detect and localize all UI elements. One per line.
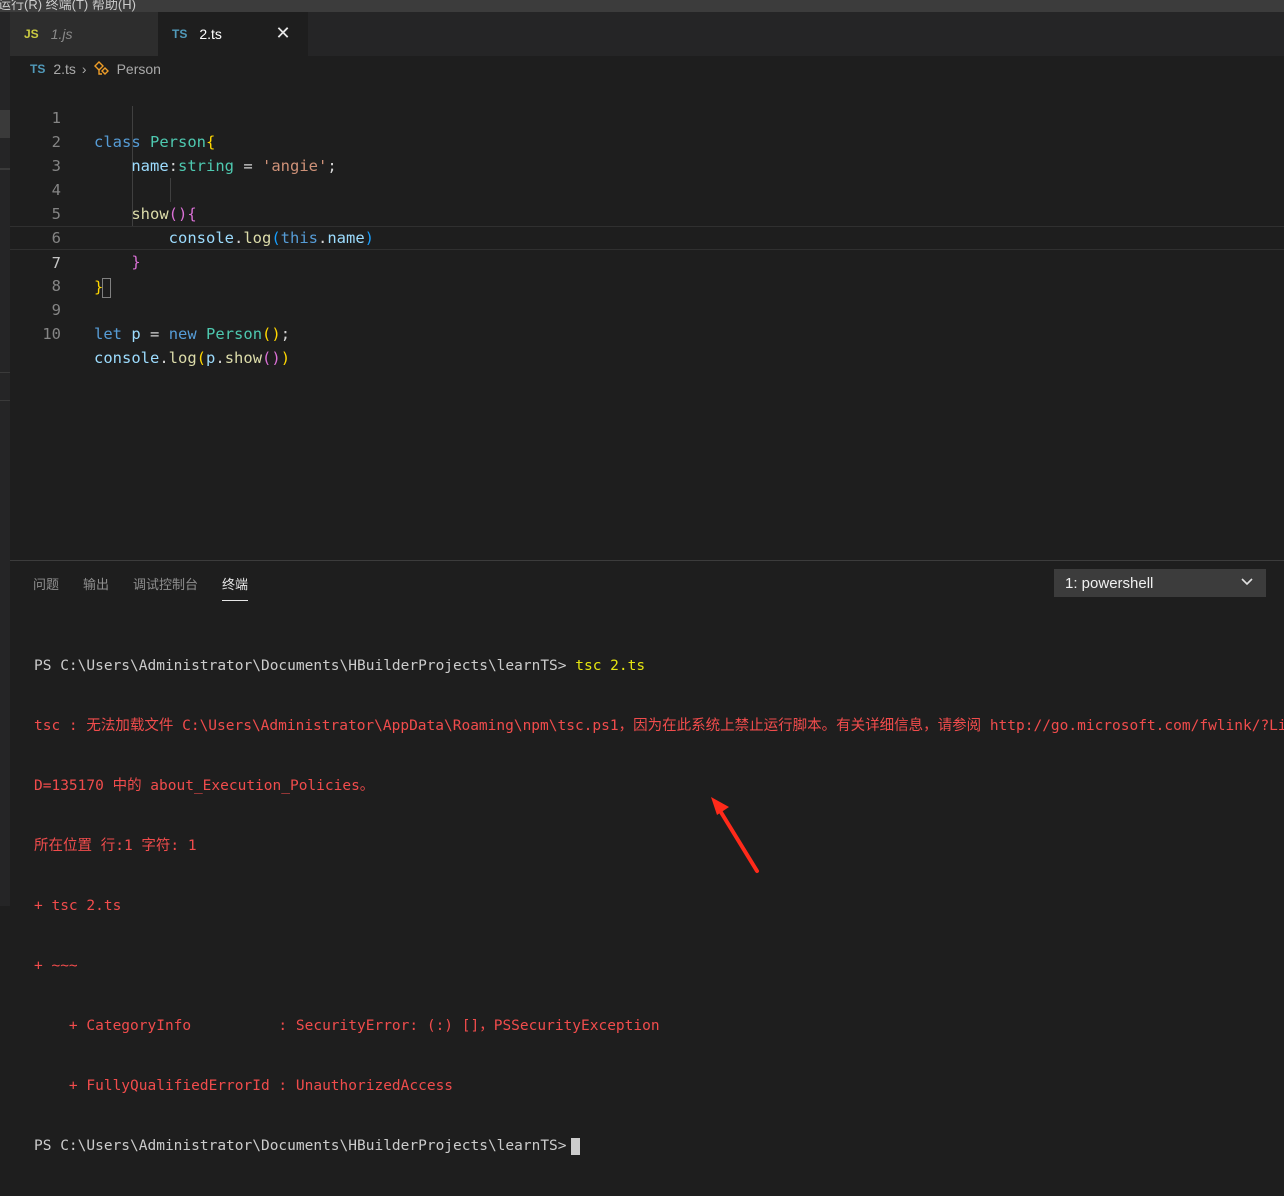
breadcrumb-symbol[interactable]: Person <box>117 61 161 77</box>
editor-tab-bar: JS 1.js TS 2.ts ✕ <box>10 12 1284 56</box>
tab-problems[interactable]: 问题 <box>33 573 59 601</box>
breadcrumb: TS 2.ts › Person <box>30 58 161 80</box>
sidebar-edge <box>0 12 10 906</box>
breadcrumb-file[interactable]: 2.ts <box>53 61 76 77</box>
code-line[interactable]: 4 show(){ <box>10 154 1284 223</box>
code-line[interactable]: 3 <box>10 130 1284 175</box>
code-line[interactable]: 2 name:string = 'angie'; <box>10 106 1284 175</box>
tab-output[interactable]: 输出 <box>83 573 109 601</box>
terminal-prompt: PS C:\Users\Administrator\Documents\HBui… <box>34 1138 567 1154</box>
code-line[interactable]: 6 } <box>10 202 1284 271</box>
tab-1-js[interactable]: JS 1.js <box>10 12 158 56</box>
line-number: 10 <box>42 325 61 343</box>
menu-bar-fragment: 运行(R) 终端(T) 帮助(H) <box>0 0 136 12</box>
annotation-arrow-icon <box>711 797 759 873</box>
close-tab-icon[interactable]: ✕ <box>272 22 294 44</box>
typescript-file-icon: TS <box>172 27 188 41</box>
terminal-error-line: + CategoryInfo : SecurityError: (:) []，P… <box>34 1018 660 1034</box>
javascript-file-icon: JS <box>24 27 39 41</box>
code-line[interactable]: 10 console.log(p.show()) <box>10 298 1284 367</box>
code-text: console.log(p.show()) <box>94 349 291 367</box>
code-line[interactable]: 8 <box>10 250 1284 295</box>
terminal-cursor <box>570 1137 580 1155</box>
chevron-right-icon: › <box>81 61 87 77</box>
terminal-command: tsc 2.ts <box>575 658 646 674</box>
terminal-select[interactable]: 1: powershell <box>1054 569 1266 597</box>
code-text: let p = new Person(); <box>94 325 291 343</box>
tab-2-ts[interactable]: TS 2.ts ✕ <box>158 12 308 56</box>
sidebar-divider <box>0 372 10 373</box>
terminal-error-line: + FullyQualifiedErrorId : UnauthorizedAc… <box>34 1078 454 1094</box>
bottom-panel: 问题 输出 调试控制台 终端 1: powershell PS C:\Users… <box>10 560 1284 1155</box>
terminal-error-line: + tsc 2.ts <box>34 898 122 914</box>
tab-debug-console[interactable]: 调试控制台 <box>133 573 198 601</box>
terminal-error-line: D=135170 中的 about_Execution_Policies。 <box>34 778 375 794</box>
code-line-current[interactable]: 7 } <box>10 226 1284 298</box>
code-line[interactable]: 9 let p = new Person(); <box>10 274 1284 343</box>
terminal-select-value: 1: powershell <box>1065 574 1154 592</box>
panel-tabs: 问题 输出 调试控制台 终端 <box>33 573 272 601</box>
code-editor[interactable]: 1 class Person{ 2 name:string = 'angie';… <box>10 82 1284 558</box>
chevron-down-icon <box>1241 578 1253 586</box>
terminal-error-line: tsc : 无法加载文件 C:\Users\Administrator\AppD… <box>34 718 1284 734</box>
terminal-prompt: PS C:\Users\Administrator\Documents\HBui… <box>34 658 567 674</box>
tab-label: 2.ts <box>199 26 222 42</box>
terminal-error-line: 所在位置 行:1 字符: 1 <box>34 838 197 854</box>
code-line[interactable]: 1 class Person{ <box>10 82 1284 151</box>
sidebar-selection-mark <box>0 110 10 138</box>
terminal-line: PS C:\Users\Administrator\Documents\HBui… <box>34 656 1284 676</box>
sidebar-divider <box>0 168 10 170</box>
tab-label: 1.js <box>50 26 73 42</box>
class-icon <box>93 61 109 75</box>
typescript-file-icon: TS <box>30 62 46 76</box>
code-line[interactable]: 5 console.log(this.name) <box>10 178 1284 247</box>
menu-bar: 运行(R) 终端(T) 帮助(H) <box>0 0 1284 12</box>
tab-terminal[interactable]: 终端 <box>222 573 249 601</box>
sidebar-divider <box>0 400 10 401</box>
terminal-output[interactable]: PS C:\Users\Administrator\Documents\HBui… <box>34 616 1284 1196</box>
terminal-error-line: + ~~~ <box>34 958 78 974</box>
terminal-line: PS C:\Users\Administrator\Documents\HBui… <box>34 1136 1284 1156</box>
